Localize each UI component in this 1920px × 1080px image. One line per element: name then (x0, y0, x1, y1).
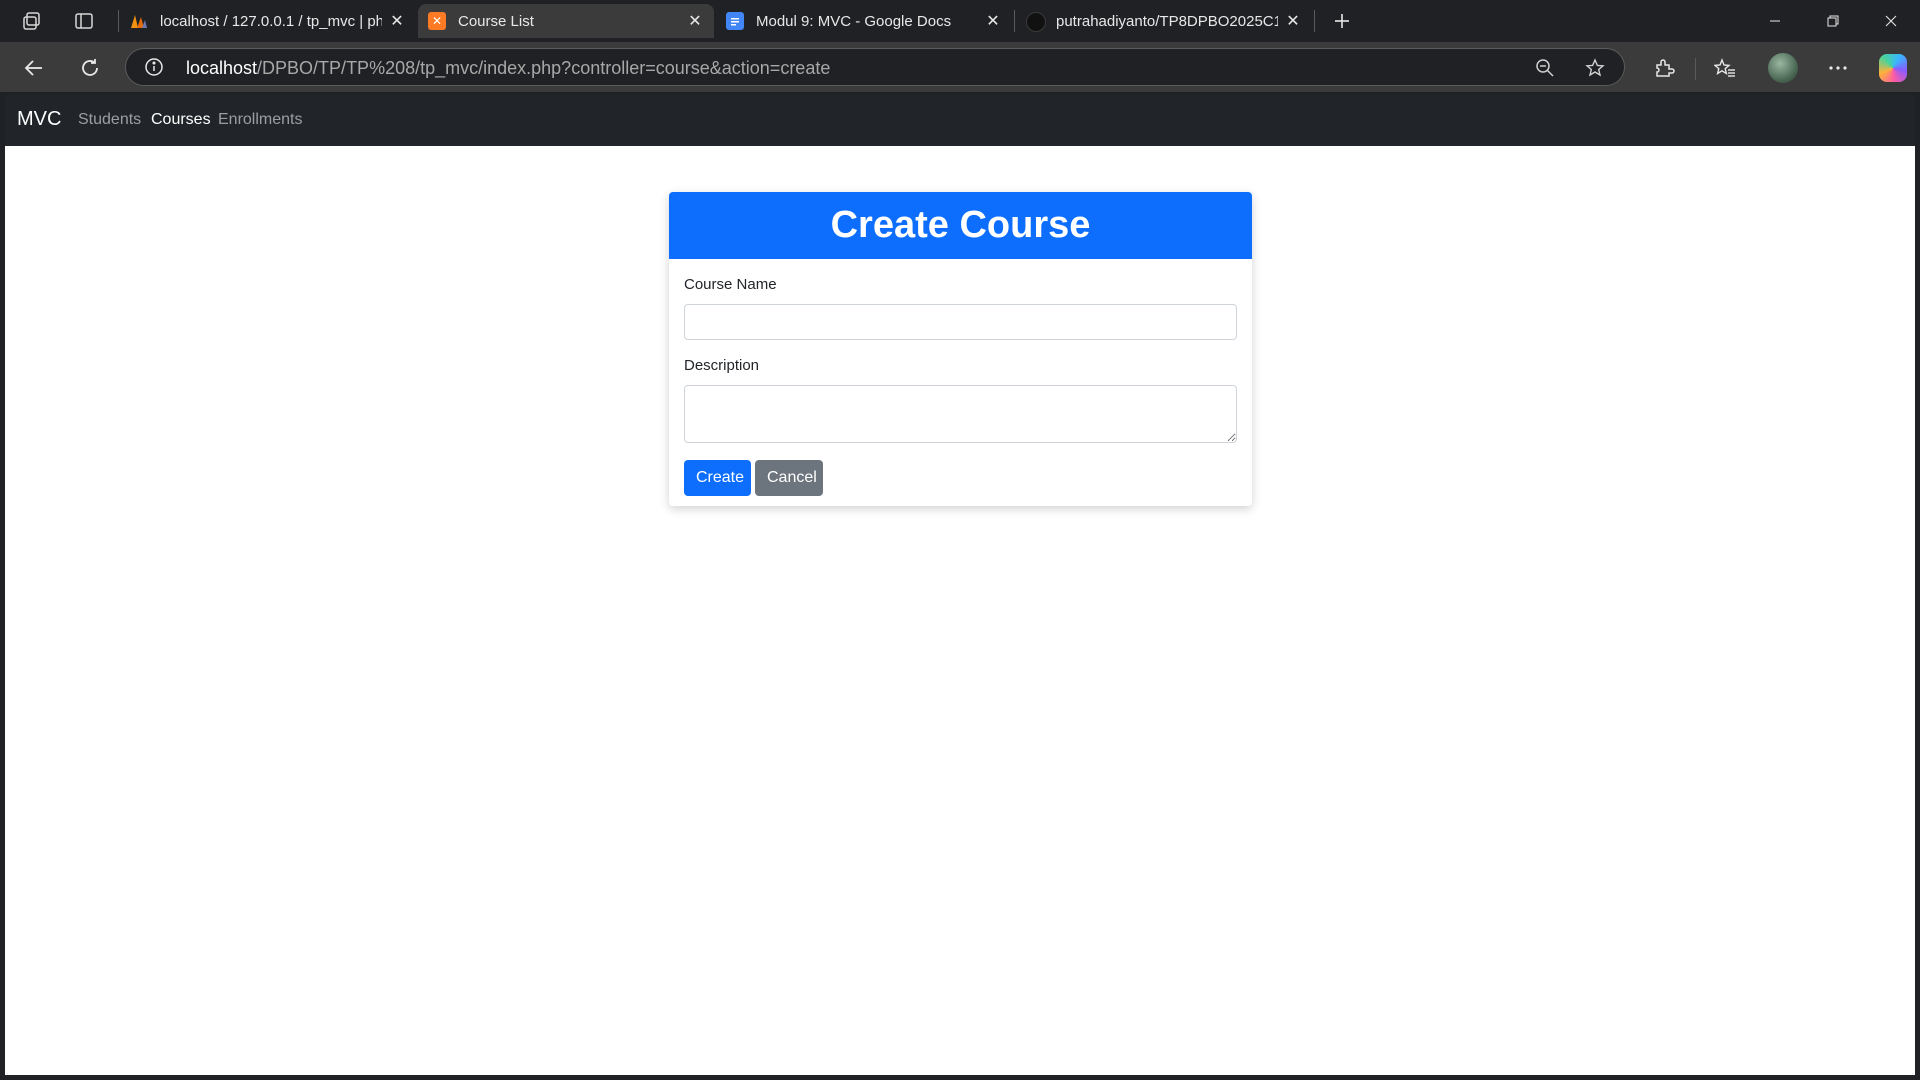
url-text: localhost/DPBO/TP/TP%208/tp_mvc/index.ph… (186, 58, 830, 79)
close-window-icon[interactable] (1863, 0, 1919, 42)
back-icon[interactable] (20, 54, 48, 82)
tab-title: Modul 9: MVC - Google Docs (756, 12, 952, 30)
extensions-icon[interactable] (1650, 54, 1678, 82)
more-options-icon[interactable] (1824, 54, 1852, 82)
profile-avatar[interactable] (1768, 53, 1798, 83)
window-bottom-border (0, 1075, 1920, 1080)
tab-title: putrahadiyanto/TP8DPBO2025C1 (1056, 12, 1278, 30)
close-tab-icon[interactable]: ✕ (982, 10, 1004, 32)
page-viewport: MVC Students Courses Enrollments Create … (5, 95, 1915, 1075)
xampp-icon: ✕ (428, 12, 446, 30)
refresh-icon[interactable] (76, 54, 104, 82)
course-name-label: Course Name (684, 276, 777, 293)
restore-icon[interactable] (1805, 0, 1861, 42)
tab-separator (118, 10, 119, 32)
tab-separator (1014, 10, 1015, 32)
browser-tab-strip: localhost / 127.0.0.1 / tp_mvc | ph ✕ ✕ … (0, 0, 1920, 42)
create-button[interactable]: Create (684, 460, 751, 496)
phpmyadmin-icon (130, 12, 148, 30)
nav-link-students[interactable]: Students (78, 111, 141, 129)
close-tab-icon[interactable]: ✕ (1282, 10, 1304, 32)
url-host: localhost (186, 58, 258, 78)
copilot-icon[interactable] (1879, 54, 1907, 82)
nav-link-courses[interactable]: Courses (151, 111, 211, 129)
tab-separator (1314, 10, 1315, 32)
site-info-icon[interactable] (144, 57, 164, 77)
app-navbar: MVC Students Courses Enrollments (5, 95, 1915, 146)
close-tab-icon[interactable]: ✕ (386, 10, 408, 32)
description-textarea[interactable] (684, 385, 1237, 443)
favorites-icon[interactable] (1711, 54, 1739, 82)
google-docs-icon (726, 12, 744, 30)
workspaces-icon[interactable] (20, 9, 44, 33)
course-name-input[interactable] (684, 304, 1237, 340)
tab-phpmyadmin[interactable]: localhost / 127.0.0.1 / tp_mvc | ph ✕ (120, 4, 416, 38)
tab-google-docs[interactable]: Modul 9: MVC - Google Docs ✕ (716, 4, 1012, 38)
toolbar-separator (1695, 58, 1696, 80)
browser-toolbar: localhost/DPBO/TP/TP%208/tp_mvc/index.ph… (0, 42, 1920, 92)
url-path: /DPBO/TP/TP%208/tp_mvc/index.php?control… (257, 58, 831, 78)
new-tab-icon[interactable] (1330, 9, 1354, 33)
address-bar[interactable]: localhost/DPBO/TP/TP%208/tp_mvc/index.ph… (125, 48, 1625, 86)
card-title: Create Course (669, 192, 1252, 259)
nav-link-enrollments[interactable]: Enrollments (218, 111, 302, 129)
tab-title: localhost / 127.0.0.1 / tp_mvc | ph (160, 12, 382, 30)
zoom-icon[interactable] (1534, 57, 1556, 79)
github-icon (1026, 12, 1046, 32)
close-tab-icon[interactable]: ✕ (684, 10, 706, 32)
favorite-star-icon[interactable] (1584, 57, 1606, 79)
description-label: Description (684, 357, 760, 374)
navbar-brand[interactable]: MVC (17, 108, 61, 131)
tab-github[interactable]: putrahadiyanto/TP8DPBO2025C1 ✕ (1016, 4, 1312, 38)
tab-title: Course List (458, 12, 534, 30)
minimize-icon[interactable] (1747, 0, 1803, 42)
tab-course-list[interactable]: ✕ Course List ✕ (418, 4, 714, 38)
cancel-button[interactable]: Cancel (755, 460, 823, 496)
create-course-card: Create Course Course Name Description Cr… (669, 192, 1252, 506)
vertical-tabs-icon[interactable] (72, 9, 96, 33)
